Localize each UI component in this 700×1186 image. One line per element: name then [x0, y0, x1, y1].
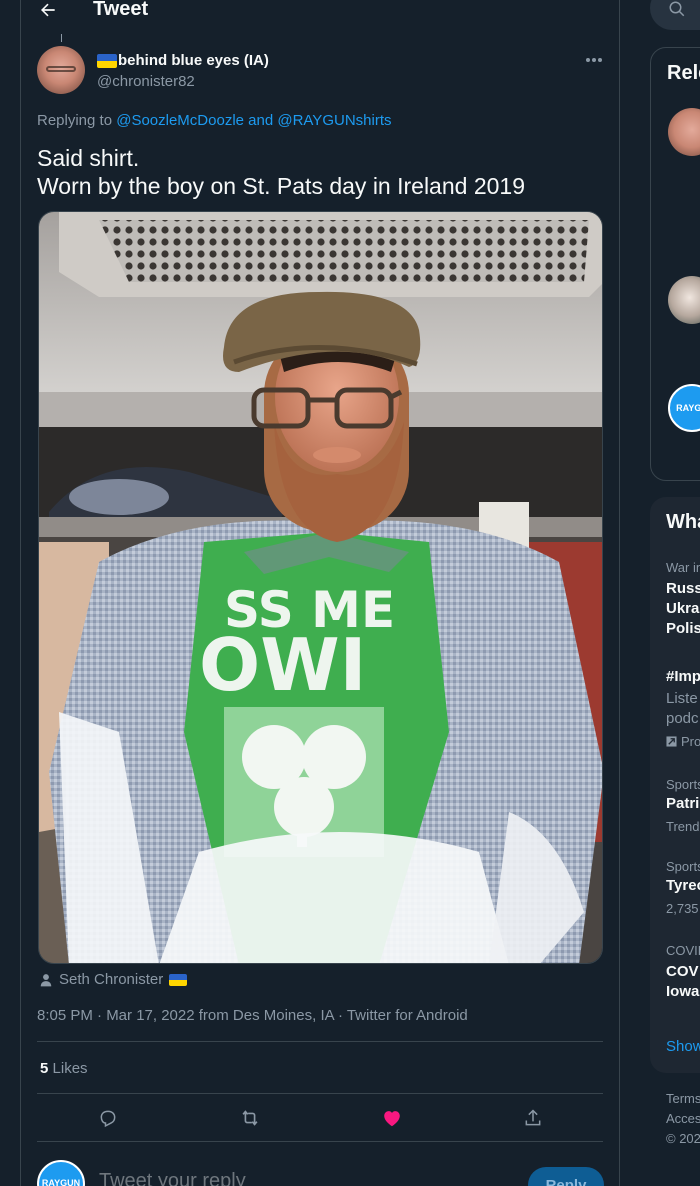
- replying-to: Replying to @SoozleMcDoozle and @RAYGUNs…: [37, 112, 392, 129]
- trend-desc: Liste: [666, 690, 698, 707]
- trend-title[interactable]: Tyrec: [666, 876, 700, 896]
- show-more-link[interactable]: Show: [666, 1038, 700, 1055]
- trend-title[interactable]: COV: [666, 962, 699, 982]
- relevant-avatar-raygun[interactable]: RAYGU: [668, 384, 700, 432]
- trend-context: War in: [666, 560, 700, 575]
- heart-icon: [384, 1111, 400, 1127]
- promoted-icon: [666, 736, 677, 747]
- footer-link[interactable]: Terms: [666, 1089, 700, 1109]
- reply-avatar[interactable]: RAYGUN: [37, 1160, 85, 1186]
- relevant-people-card: Rele RAYGU: [650, 47, 700, 481]
- reply-button[interactable]: [93, 1103, 123, 1133]
- promoted-label: Pro: [666, 734, 700, 749]
- promoted-text: Pro: [681, 734, 700, 749]
- footer-copyright: © 202: [666, 1131, 700, 1146]
- thread-connector: [61, 34, 62, 42]
- replying-prefix: Replying to: [37, 112, 113, 129]
- main-column: Tweet behind blue eyes (IA) @chronister8…: [20, 0, 620, 1186]
- ukraine-flag-icon: [97, 53, 117, 68]
- relevant-avatar[interactable]: [668, 108, 700, 156]
- reply-input[interactable]: Tweet your reply: [99, 1170, 246, 1186]
- person-icon: [40, 973, 52, 986]
- trend-title[interactable]: Russ: [666, 579, 700, 599]
- top-bar: Tweet: [21, 0, 619, 22]
- trend-context: Sports: [666, 859, 700, 874]
- ukraine-flag-icon: [169, 973, 188, 986]
- trend-title[interactable]: Polis: [666, 619, 700, 639]
- trend-title[interactable]: #Imp: [666, 667, 700, 687]
- trend-context: COVID: [666, 943, 700, 958]
- author-display-name: behind blue eyes (IA): [118, 52, 269, 69]
- action-bar: [37, 1103, 603, 1133]
- share-button[interactable]: [518, 1103, 548, 1133]
- back-button[interactable]: [35, 0, 61, 23]
- search-icon: [669, 1, 685, 17]
- author-name[interactable]: behind blue eyes (IA): [97, 52, 269, 69]
- retweet-button[interactable]: [235, 1103, 265, 1133]
- photo-image: SS ME OWI: [39, 212, 602, 963]
- back-arrow-icon: [41, 3, 55, 17]
- trend-meta: 2,735: [666, 901, 699, 916]
- trend-title[interactable]: Iowa: [666, 982, 699, 1002]
- likes-number: 5: [40, 1060, 49, 1077]
- relevant-people-title: Rele: [667, 62, 700, 84]
- trend-context: Sports: [666, 777, 700, 792]
- likes-label: Likes: [52, 1060, 88, 1077]
- tagged-user-name: Seth Chronister: [59, 971, 164, 988]
- trend-desc: podc: [666, 710, 699, 727]
- tweet-photo[interactable]: SS ME OWI: [38, 211, 603, 964]
- page-title: Tweet: [93, 0, 149, 20]
- whats-happening-title: Wha: [666, 511, 700, 533]
- replying-to-users[interactable]: @SoozleMcDoozle and @RAYGUNshirts: [116, 112, 391, 129]
- tagged-user[interactable]: Seth Chronister: [39, 971, 188, 988]
- tweet-timestamp[interactable]: 8:05 PM · Mar 17, 2022 from Des Moines, …: [37, 1007, 468, 1024]
- tweet-text: Said shirt. Worn by the boy on St. Pats …: [37, 144, 607, 200]
- trend-title[interactable]: Patri: [666, 794, 699, 814]
- author-avatar[interactable]: [37, 46, 85, 94]
- divider: [37, 1041, 603, 1042]
- whats-happening-card: Wha War in Russ Ukra Polis #Imp Liste po…: [650, 497, 700, 1073]
- like-button[interactable]: [377, 1103, 407, 1133]
- relevant-avatar[interactable]: [668, 276, 700, 324]
- author-handle[interactable]: @chronister82: [97, 73, 195, 90]
- reply-icon: [100, 1110, 116, 1128]
- reply-submit-button[interactable]: Reply: [528, 1167, 604, 1186]
- trend-meta: Trend: [666, 819, 700, 834]
- likes-count[interactable]: 5 Likes: [40, 1060, 88, 1077]
- tweet-text-line: Said shirt.: [37, 145, 140, 171]
- divider: [37, 1141, 603, 1142]
- shirt-text-2: OWI: [199, 623, 366, 707]
- retweet-icon: [242, 1110, 258, 1126]
- footer-link[interactable]: Acces: [666, 1109, 700, 1129]
- divider: [37, 1093, 603, 1094]
- tweet-text-line: Worn by the boy on St. Pats day in Irela…: [37, 173, 525, 199]
- share-icon: [525, 1109, 541, 1126]
- trend-title[interactable]: Ukra: [666, 599, 699, 619]
- more-icon[interactable]: [581, 50, 607, 70]
